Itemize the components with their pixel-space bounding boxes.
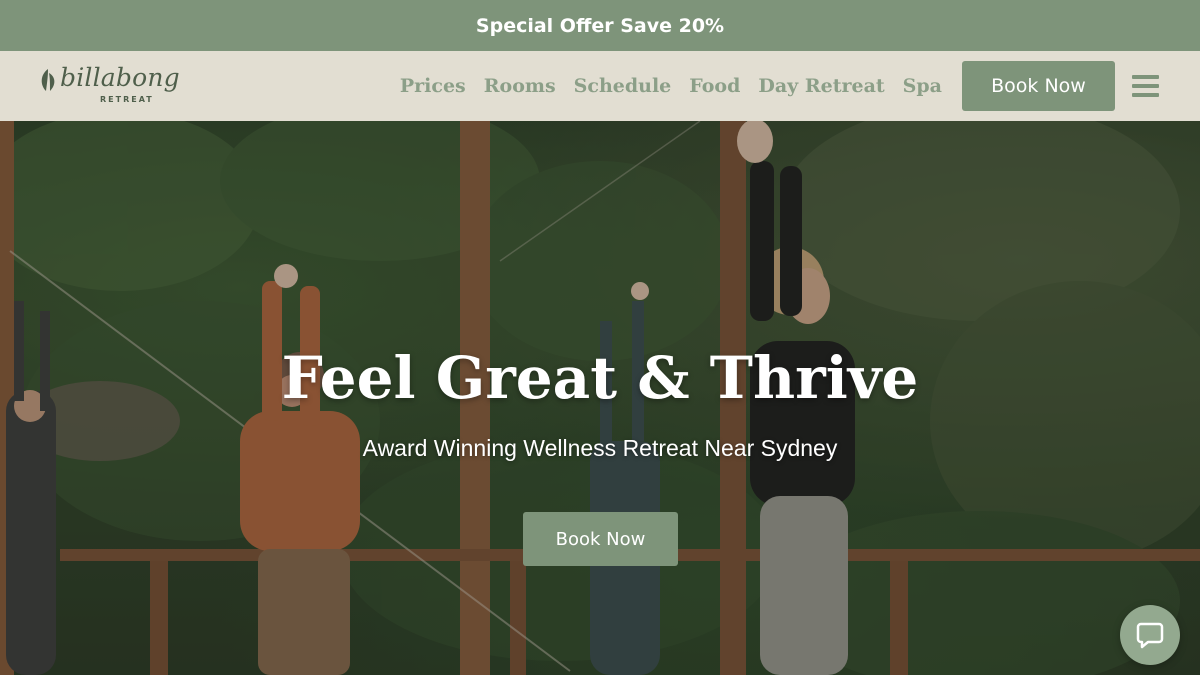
chat-widget-button[interactable] — [1120, 605, 1180, 665]
chat-bubble-icon — [1136, 622, 1164, 649]
site-header: billabong RETREAT Prices Rooms Schedule … — [0, 51, 1200, 121]
logo-wordmark: billabong — [60, 63, 180, 92]
nav-item-day-retreat[interactable]: Day Retreat — [758, 75, 884, 97]
nav-item-prices[interactable]: Prices — [400, 75, 466, 97]
nav-item-spa[interactable]: Spa — [903, 75, 942, 97]
leaf-icon — [41, 69, 55, 91]
logo[interactable]: billabong RETREAT — [38, 63, 180, 109]
hero-subtitle: Award Winning Wellness Retreat Near Sydn… — [362, 435, 838, 461]
promo-banner[interactable]: Special Offer Save 20% — [0, 0, 1200, 51]
logo-subtext: RETREAT — [100, 95, 154, 104]
hero-section: Feel Great & Thrive Award Winning Wellne… — [0, 121, 1200, 675]
nav-item-rooms[interactable]: Rooms — [484, 75, 556, 97]
main-navigation: Prices Rooms Schedule Food Day Retreat S… — [400, 51, 942, 121]
nav-item-schedule[interactable]: Schedule — [574, 75, 672, 97]
hero-book-now-button[interactable]: Book Now — [523, 512, 678, 566]
promo-text[interactable]: Special Offer Save 20% — [476, 15, 724, 37]
nav-item-food[interactable]: Food — [689, 75, 740, 97]
hamburger-menu-icon[interactable] — [1132, 75, 1159, 98]
header-book-now-button[interactable]: Book Now — [962, 61, 1115, 111]
hero-title: Feel Great & Thrive — [281, 344, 919, 412]
